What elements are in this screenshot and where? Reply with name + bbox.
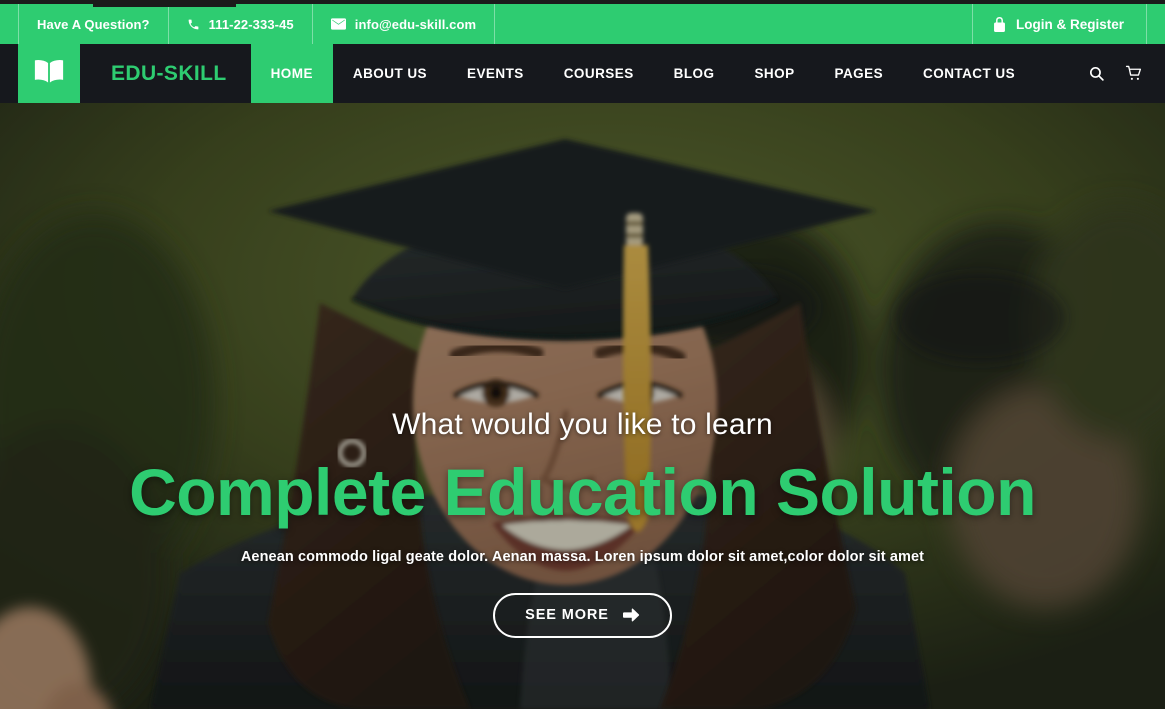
hero-section: What would you like to learn Complete Ed… xyxy=(0,103,1165,709)
nav-item-blog[interactable]: BLOG xyxy=(654,44,735,103)
see-more-label: SEE MORE xyxy=(525,607,609,624)
login-register-button[interactable]: Login & Register xyxy=(971,4,1147,44)
nav-item-home[interactable]: HOME xyxy=(250,44,333,103)
see-more-button[interactable]: SEE MORE xyxy=(493,592,672,638)
search-icon[interactable] xyxy=(1079,57,1113,91)
hero-subtitle: What would you like to learn xyxy=(392,408,773,441)
arrow-right-icon xyxy=(622,608,640,622)
cart-icon[interactable] xyxy=(1117,57,1151,91)
nav-tools xyxy=(1079,44,1165,103)
top-bar-spacer xyxy=(495,4,972,44)
lock-icon xyxy=(993,16,1006,32)
top-bar-left-group: Have A Question? 111-22-333-45 info@edu-… xyxy=(18,4,496,44)
top-bar-question: Have A Question? xyxy=(18,4,169,44)
phone-icon xyxy=(187,18,200,31)
top-bar-question-label: Have A Question? xyxy=(37,16,150,32)
top-bar: Have A Question? 111-22-333-45 info@edu-… xyxy=(0,4,1165,44)
nav-menu: HOME ABOUT US EVENTS COURSES BLOG SHOP P… xyxy=(250,44,1079,103)
nav-item-courses[interactable]: COURSES xyxy=(544,44,654,103)
browser-edge-strip-inner xyxy=(93,0,236,7)
hero-description: Aenean commodo ligal geate dolor. Aenan … xyxy=(240,548,925,565)
envelope-icon xyxy=(330,18,346,30)
nav-item-contact-us[interactable]: CONTACT US xyxy=(903,44,1035,103)
nav-item-shop[interactable]: SHOP xyxy=(734,44,814,103)
brand-name[interactable]: EDU-SKILL xyxy=(80,44,251,103)
hero-content: What would you like to learn Complete Ed… xyxy=(0,103,1165,709)
logo-mark[interactable] xyxy=(18,44,80,103)
main-navbar: EDU-SKILL HOME ABOUT US EVENTS COURSES B… xyxy=(18,44,1165,103)
page-root: Have A Question? 111-22-333-45 info@edu-… xyxy=(0,0,1165,709)
top-bar-phone-label: 111-22-333-45 xyxy=(208,16,294,32)
nav-item-about-us[interactable]: ABOUT US xyxy=(333,44,447,103)
nav-item-pages[interactable]: PAGES xyxy=(815,44,904,103)
nav-item-events[interactable]: EVENTS xyxy=(447,44,544,103)
hero-title: Complete Education Solution xyxy=(129,455,1036,529)
top-bar-email-label: info@edu-skill.com xyxy=(354,16,477,32)
top-bar-phone[interactable]: 111-22-333-45 xyxy=(169,4,313,44)
top-bar-email[interactable]: info@edu-skill.com xyxy=(313,4,496,44)
open-book-icon xyxy=(33,58,65,89)
login-register-label: Login & Register xyxy=(1015,16,1124,32)
